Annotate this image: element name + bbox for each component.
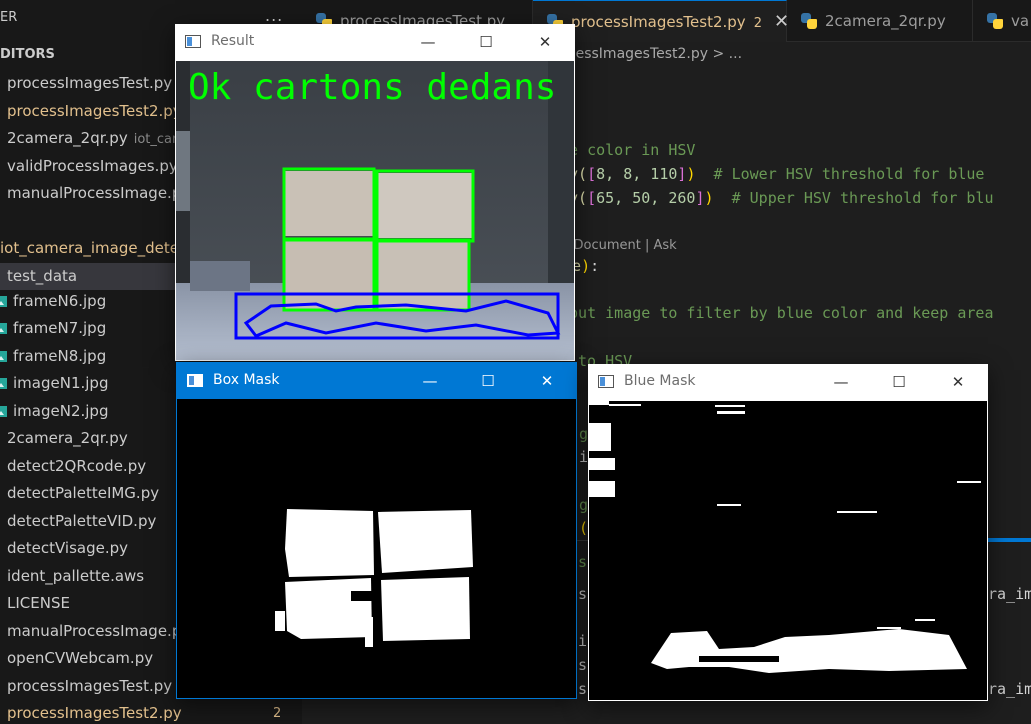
tab-2camera-2qr[interactable]: 2camera_2qr.py [787, 0, 973, 42]
code-fragment: g [579, 496, 589, 514]
result-overlay-text: Ok cartons dedans [188, 67, 556, 108]
code-line: ay([65, 50, 260]) # Upper HSV threshold … [560, 189, 994, 207]
code-fragment: ra_im [988, 680, 1031, 698]
maximize-button[interactable]: ☐ [465, 363, 511, 399]
code-fragment: g [579, 425, 589, 443]
file-label: processImagesTest2.py [7, 704, 182, 722]
code-fragment: s [578, 656, 588, 674]
minimize-button[interactable]: — [405, 24, 451, 60]
code-fragment: s [578, 585, 588, 603]
file-label: LICENSE [7, 594, 70, 612]
image-file-icon [0, 296, 7, 307]
file-label: 2camera_2qr.py [7, 429, 128, 447]
result-image: Ok cartons dedans [176, 61, 574, 360]
code-fragment: s [578, 680, 588, 698]
folder-item-label: test_data [7, 267, 78, 285]
image-file-icon [0, 351, 7, 362]
blue-mask-shapes [589, 401, 981, 673]
opencv-window-icon [598, 375, 614, 388]
code-fragment: i [578, 632, 588, 650]
opencv-window-icon [185, 35, 201, 48]
camera-scene: Ok cartons dedans [176, 61, 574, 360]
file-label: processImagesTest.py [7, 677, 173, 695]
code-token: : [590, 257, 600, 275]
file-label: manualProcessImage.py [7, 622, 191, 640]
file-label: frameN7.jpg [13, 319, 107, 337]
open-editor-label: processImagesTest.py [7, 74, 173, 92]
code-fragment: ra_im [988, 585, 1031, 603]
file-label: detectPaletteIMG.py [7, 484, 160, 502]
file-label: ident_pallette.aws [7, 567, 145, 585]
window-title: Box Mask [213, 372, 280, 388]
window-titlebar[interactable]: Box Mask — ☐ ✕ [177, 363, 576, 399]
maximize-button[interactable]: ☐ [463, 24, 509, 60]
close-button[interactable]: ✕ [524, 363, 570, 399]
close-button[interactable]: ✕ [935, 364, 981, 400]
tab-label: 2camera_2qr.py [825, 12, 946, 30]
code-fragment: s [578, 553, 588, 571]
problem-count-badge: 2 [273, 706, 282, 721]
blue-mask-image [589, 401, 987, 700]
tab-problem-count: 2 [753, 16, 762, 31]
open-editor-label: processImagesTest2.py [7, 102, 182, 120]
file-item-active[interactable]: processImagesTest2.py 2 [0, 700, 302, 724]
window-title: Result [211, 33, 255, 49]
open-editor-label: validProcessImages.py [7, 157, 178, 175]
file-label: detectVisage.py [7, 539, 129, 557]
file-label: frameN8.jpg [13, 347, 107, 365]
tab-valid[interactable]: va [973, 0, 1031, 42]
box-mask-image [177, 399, 576, 698]
file-label: detect2QRcode.py [7, 457, 147, 475]
more-actions-icon[interactable]: ... [265, 6, 283, 25]
file-label: openCVWebcam.py [7, 649, 154, 667]
window-title: Blue Mask [624, 373, 696, 389]
file-label: frameN6.jpg [13, 292, 107, 310]
code-fragment: ( [579, 519, 589, 537]
minimize-button[interactable]: — [818, 364, 864, 400]
python-file-icon [801, 13, 817, 29]
open-editor-label: 2camera_2qr.py [7, 129, 128, 147]
code-line: ay([8, 8, 110]) # Lower HSV threshold fo… [560, 165, 984, 183]
minimize-button[interactable]: — [407, 363, 453, 399]
image-file-icon [0, 323, 7, 334]
result-window[interactable]: Result — ☐ ✕ Ok cartons dedans [175, 24, 575, 361]
code-token: # Lower HSV threshold for blue [695, 165, 985, 183]
code-token: # Upper HSV threshold for blu [713, 189, 994, 207]
divider [575, 540, 589, 541]
code-fragment: i [579, 448, 589, 466]
window-titlebar[interactable]: Result — ☐ ✕ [175, 24, 575, 60]
file-label: imageN1.jpg [13, 374, 109, 392]
blue-mask-window[interactable]: Blue Mask — ☐ ✕ [588, 364, 988, 701]
code-token: 8, 8, 110 [596, 165, 678, 183]
folder-label: iot_camera_image_detect [0, 239, 194, 257]
box-mask-window[interactable]: Box Mask — ☐ ✕ [176, 362, 577, 699]
explorer-title: ER [0, 10, 18, 25]
code-line: nput image to filter by blue color and k… [560, 304, 994, 322]
box-mask-shapes [275, 509, 473, 647]
file-label: imageN2.jpg [13, 402, 109, 420]
maximize-button[interactable]: ☐ [876, 364, 922, 400]
open-editors-header[interactable]: DITORS [0, 47, 55, 62]
close-button[interactable]: ✕ [522, 24, 568, 60]
code-token: 65, 50, 260 [596, 189, 696, 207]
file-label: detectPaletteVID.py [7, 512, 157, 530]
open-editor-label: manualProcessImage.py [7, 184, 191, 202]
image-file-icon [0, 406, 7, 417]
opencv-window-icon [187, 374, 203, 387]
tab-label: va [1011, 12, 1030, 30]
tab-label: processImagesTest2.py [571, 13, 746, 31]
codelens-actions[interactable]: | Document | Ask [565, 238, 677, 253]
python-file-icon [987, 13, 1003, 29]
code-line: ue color in HSV [560, 141, 696, 159]
window-titlebar[interactable]: Blue Mask — ☐ ✕ [588, 364, 988, 400]
panel-focus-border [988, 538, 1031, 542]
image-file-icon [0, 378, 7, 389]
